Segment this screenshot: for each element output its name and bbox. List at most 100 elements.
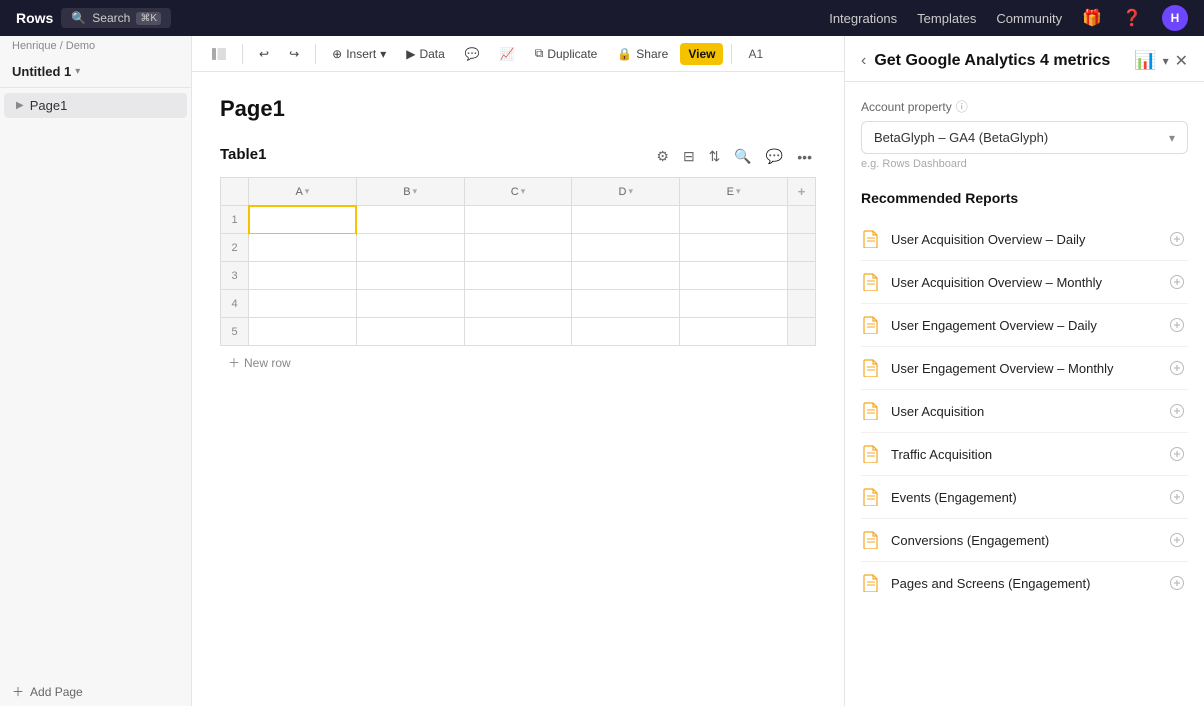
undo-button[interactable]: ↩ (251, 43, 277, 65)
table-search-icon[interactable]: 🔍 (730, 146, 755, 167)
cell-b3[interactable] (356, 262, 464, 290)
avatar[interactable]: H (1162, 5, 1188, 31)
report-name: User Acquisition Overview – Monthly (891, 275, 1102, 290)
report-add-button[interactable] (1166, 357, 1188, 379)
panel-back-button[interactable]: ‹ (861, 52, 866, 70)
integrations-link[interactable]: Integrations (829, 11, 897, 26)
share-label: Share (636, 47, 668, 61)
report-item-user-eng-daily[interactable]: User Engagement Overview – Daily (861, 304, 1188, 347)
data-button[interactable]: ▶ Data (398, 43, 453, 65)
duplicate-button[interactable]: ⧉ Duplicate (527, 42, 606, 65)
cell-e1[interactable] (680, 206, 788, 234)
row-header-corner (221, 178, 249, 206)
insert-icon: ⊕ (332, 47, 342, 61)
report-add-button[interactable] (1166, 400, 1188, 422)
cell-b2[interactable] (356, 234, 464, 262)
toggle-sidebar-button[interactable] (204, 44, 234, 64)
cell-b1[interactable] (356, 206, 464, 234)
col-e-dropdown-icon[interactable]: ▾ (736, 186, 741, 197)
cell-d2[interactable] (572, 234, 680, 262)
add-page-button[interactable]: ＋ Add Page (0, 677, 191, 706)
cell-b5[interactable] (356, 318, 464, 346)
report-file-icon (861, 357, 881, 379)
cell-a3[interactable] (249, 262, 357, 290)
report-item-pages-screens[interactable]: Pages and Screens (Engagement) (861, 562, 1188, 604)
col-header-e[interactable]: E ▾ (680, 178, 788, 206)
sidebar-page-item-page1[interactable]: ▶ Page1 (4, 93, 187, 118)
report-add-button[interactable] (1166, 314, 1188, 336)
cell-e2[interactable] (680, 234, 788, 262)
report-add-button[interactable] (1166, 228, 1188, 250)
report-item-conversions-engagement[interactable]: Conversions (Engagement) (861, 519, 1188, 562)
cell-d3[interactable] (572, 262, 680, 290)
report-add-button[interactable] (1166, 572, 1188, 594)
col-c-dropdown-icon[interactable]: ▾ (521, 186, 526, 197)
cell-a2[interactable] (249, 234, 357, 262)
cell-c2[interactable] (464, 234, 572, 262)
table-filter-icon[interactable]: ⊟ (679, 146, 699, 167)
panel-title-dropdown-icon[interactable]: ▾ (1163, 54, 1169, 68)
add-col-button[interactable]: + (788, 178, 816, 206)
report-add-button[interactable] (1166, 443, 1188, 465)
panel-close-button[interactable]: ✕ (1175, 51, 1188, 71)
report-item-user-acq-daily[interactable]: User Acquisition Overview – Daily (861, 218, 1188, 261)
main-layout: Henrique / Demo Untitled 1 ▾ ▶ Page1 ＋ A… (0, 36, 1204, 706)
templates-link[interactable]: Templates (917, 11, 976, 26)
cell-e4[interactable] (680, 290, 788, 318)
col-b-dropdown-icon[interactable]: ▾ (413, 186, 418, 197)
cell-b4[interactable] (356, 290, 464, 318)
report-add-button[interactable] (1166, 486, 1188, 508)
cell-c4[interactable] (464, 290, 572, 318)
sidebar-doc-title[interactable]: Untitled 1 (12, 64, 71, 79)
table-row: 5 (221, 318, 816, 346)
search-bar[interactable]: 🔍 Search ⌘K (61, 8, 171, 28)
share-button[interactable]: 🔒 Share (609, 43, 676, 65)
chart-button[interactable]: 📈 (492, 43, 523, 65)
col-header-d[interactable]: D ▾ (572, 178, 680, 206)
report-item-traffic-acquisition[interactable]: Traffic Acquisition (861, 433, 1188, 476)
col-header-a[interactable]: A ▾ (249, 178, 357, 206)
report-file-icon (861, 486, 881, 508)
gift-icon[interactable]: 🎁 (1082, 8, 1102, 28)
col-header-c[interactable]: C ▾ (464, 178, 572, 206)
table-more-icon[interactable]: ••• (793, 147, 816, 167)
account-help-icon[interactable]: ⓘ (956, 98, 968, 115)
report-file-icon (861, 572, 881, 594)
cell-d1[interactable] (572, 206, 680, 234)
cell-a1[interactable] (249, 206, 357, 234)
account-property-select[interactable]: BetaGlyph – GA4 (BetaGlyph) ▾ (861, 121, 1188, 154)
view-button[interactable]: View (680, 43, 723, 65)
insert-button[interactable]: ⊕ Insert ▾ (324, 43, 394, 65)
community-link[interactable]: Community (996, 11, 1062, 26)
cell-d4[interactable] (572, 290, 680, 318)
new-row-button[interactable]: ＋ New row (220, 350, 816, 375)
report-item-user-eng-monthly[interactable]: User Engagement Overview – Monthly (861, 347, 1188, 390)
table-comment-icon[interactable]: 💬 (762, 146, 787, 167)
redo-button[interactable]: ↪ (281, 43, 307, 65)
col-d-dropdown-icon[interactable]: ▾ (629, 186, 634, 197)
top-nav: Rows 🔍 Search ⌘K Integrations Templates … (0, 0, 1204, 36)
help-icon[interactable]: ❓ (1122, 8, 1142, 28)
table-settings-icon[interactable]: ⚙ (652, 146, 673, 167)
report-item-events-engagement[interactable]: Events (Engagement) (861, 476, 1188, 519)
report-add-button[interactable] (1166, 529, 1188, 551)
report-item-user-acquisition[interactable]: User Acquisition (861, 390, 1188, 433)
cell-c1[interactable] (464, 206, 572, 234)
comment-button[interactable]: 💬 (457, 43, 488, 65)
col-a-dropdown-icon[interactable]: ▾ (305, 186, 310, 197)
report-add-button[interactable] (1166, 271, 1188, 293)
cell-e5[interactable] (680, 318, 788, 346)
table-title: Table1 (220, 146, 266, 163)
table-sort-icon[interactable]: ⇅ (705, 146, 725, 167)
content-area: Page1 Table1 ⚙ ⊟ ⇅ 🔍 💬 ••• (192, 72, 844, 706)
sidebar-pages: ▶ Page1 (0, 88, 191, 677)
report-item-user-acq-monthly[interactable]: User Acquisition Overview – Monthly (861, 261, 1188, 304)
cell-e3[interactable] (680, 262, 788, 290)
col-header-b[interactable]: B ▾ (356, 178, 464, 206)
cell-a5[interactable] (249, 318, 357, 346)
cell-d5[interactable] (572, 318, 680, 346)
cell-c5[interactable] (464, 318, 572, 346)
cell-a4[interactable] (249, 290, 357, 318)
cell-c3[interactable] (464, 262, 572, 290)
sidebar-title-dropdown-icon[interactable]: ▾ (75, 66, 80, 77)
